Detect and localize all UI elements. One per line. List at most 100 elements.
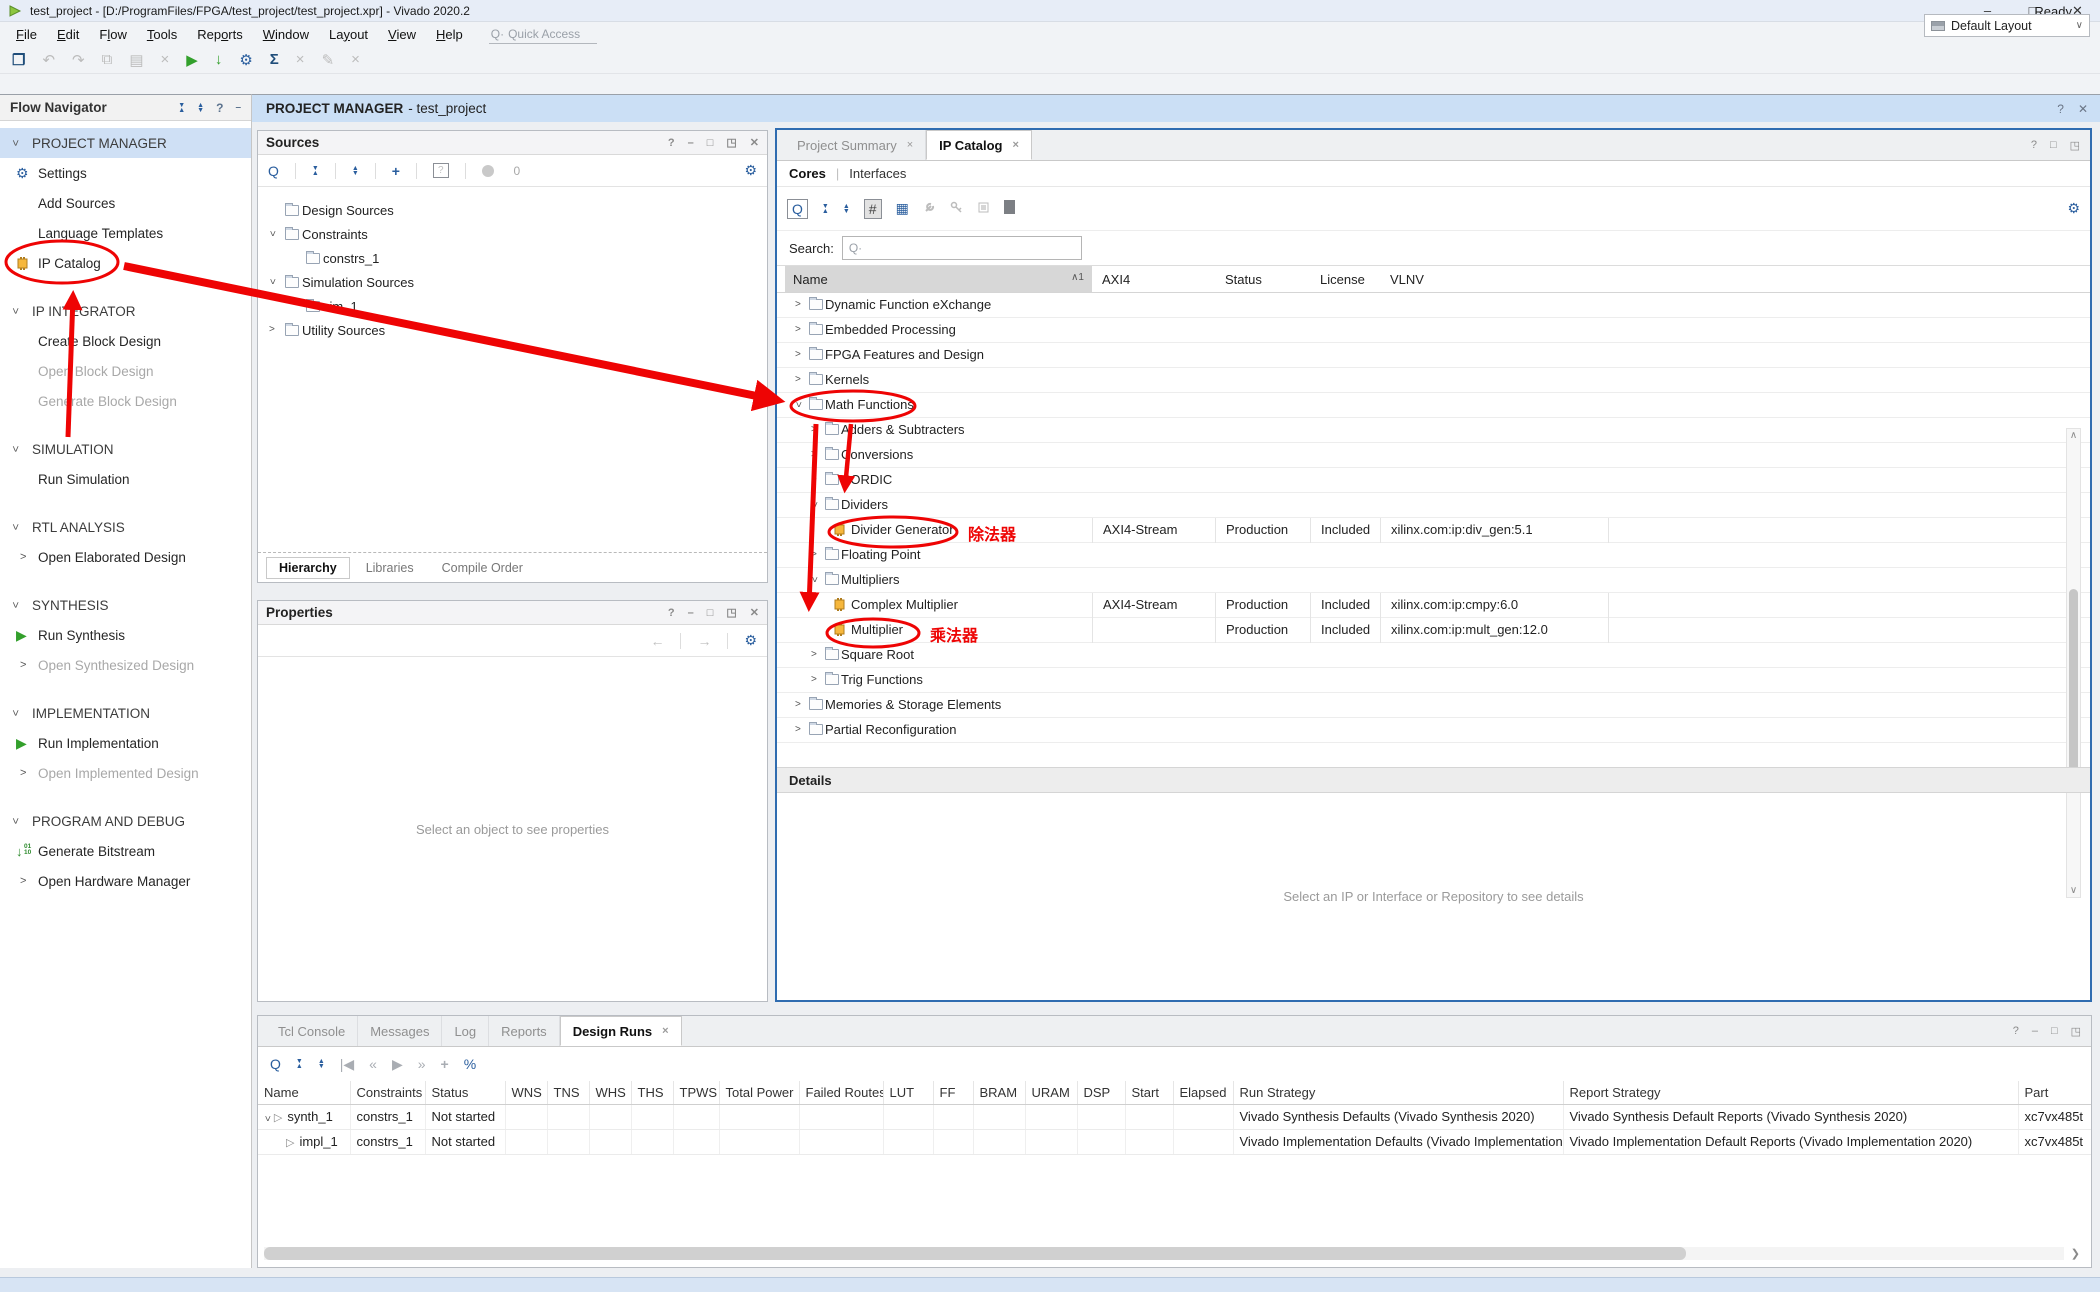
catalog-row-fpga-features-and-design[interactable]: >FPGA Features and Design <box>777 343 2090 368</box>
tab-interfaces[interactable]: Interfaces <box>849 166 906 181</box>
close-panel-icon[interactable]: ✕ <box>750 606 759 619</box>
close-icon[interactable]: × <box>351 51 360 68</box>
tree-item-design-sources[interactable]: Design Sources <box>258 199 767 223</box>
menu-reports[interactable]: Reports <box>187 24 253 45</box>
expand-all-icon[interactable]: ▲▼ <box>352 166 359 176</box>
catalog-row-trig-functions[interactable]: >Trig Functions <box>777 668 2090 693</box>
column-header-start[interactable]: Start <box>1125 1081 1173 1104</box>
fn-section-header-simulation[interactable]: >SIMULATION <box>0 434 251 464</box>
tree-item-constrs-1[interactable]: constrs_1 <box>258 247 767 271</box>
column-header-license[interactable]: License <box>1310 266 1365 292</box>
tab-project-summary[interactable]: Project Summary× <box>785 130 926 160</box>
column-header-uram[interactable]: URAM <box>1025 1081 1077 1104</box>
tree-item-utility-sources[interactable]: >Utility Sources <box>258 319 767 343</box>
collapse-all-icon[interactable]: ▼▲ <box>178 103 185 113</box>
minimize-panel-icon[interactable]: – <box>688 137 694 149</box>
gear-icon[interactable]: ⚙ <box>744 632 757 649</box>
generate-bitstream-icon[interactable]: ↓ <box>215 51 223 68</box>
menu-tools[interactable]: Tools <box>137 24 187 45</box>
sidebar-item-open-elaborated-design[interactable]: >Open Elaborated Design <box>0 542 251 572</box>
quick-access-search[interactable]: Q· Quick Access <box>489 25 597 44</box>
menu-flow[interactable]: Flow <box>89 24 136 45</box>
float-panel-icon[interactable]: ◳ <box>726 606 736 619</box>
menu-layout[interactable]: Layout <box>319 24 378 45</box>
chevron-collapsed-icon[interactable]: > <box>795 699 801 710</box>
ip-search-input-box[interactable]: Q· <box>842 236 1082 260</box>
chevron-collapsed-icon[interactable]: > <box>811 649 817 660</box>
chevron-collapsed-icon[interactable]: > <box>795 724 801 735</box>
float-panel-icon[interactable]: ◳ <box>2071 1025 2081 1038</box>
sidebar-item-generate-block-design[interactable]: Generate Block Design <box>0 386 251 416</box>
column-header-status[interactable]: Status <box>425 1081 505 1104</box>
fn-section-header-rtl-analysis[interactable]: >RTL ANALYSIS <box>0 512 251 542</box>
menu-view[interactable]: View <box>378 24 426 45</box>
menu-edit[interactable]: Edit <box>47 24 89 45</box>
run-row-impl-1[interactable]: ▷impl_1constrs_1Not startedVivado Implem… <box>258 1129 2091 1154</box>
tab-ip-catalog[interactable]: IP Catalog× <box>926 130 1032 160</box>
chevron-collapsed-icon[interactable]: > <box>811 674 817 685</box>
group-by-icon[interactable]: ▦ <box>896 200 909 217</box>
column-header-name[interactable]: Name∧1 <box>785 266 1092 292</box>
chevron-collapsed-icon[interactable]: > <box>269 324 275 335</box>
fn-section-header-synthesis[interactable]: >SYNTHESIS <box>0 590 251 620</box>
sidebar-item-ip-catalog[interactable]: IP Catalog <box>0 248 251 278</box>
sidebar-item-run-synthesis[interactable]: ▶Run Synthesis <box>0 620 251 650</box>
chevron-collapsed-icon[interactable]: > <box>795 324 801 335</box>
expand-all-icon[interactable]: ▲▼ <box>197 103 204 113</box>
catalog-row-floating-point[interactable]: >Floating Point <box>777 543 2090 568</box>
column-header-name[interactable]: Name <box>258 1081 350 1104</box>
tab-tcl-console[interactable]: Tcl Console <box>266 1016 358 1046</box>
tree-item-constraints[interactable]: >Constraints <box>258 223 767 247</box>
minimize-panel-icon[interactable]: – <box>2032 1025 2038 1037</box>
column-header-constraints[interactable]: Constraints <box>350 1081 425 1104</box>
percent-icon[interactable]: % <box>464 1056 476 1072</box>
chevron-expanded-icon[interactable]: > <box>261 1116 272 1122</box>
menu-window[interactable]: Window <box>253 24 319 45</box>
paste-icon[interactable]: ▤ <box>129 51 143 69</box>
close-tab-icon[interactable]: × <box>907 139 913 151</box>
close-panel-icon[interactable]: ✕ <box>750 136 759 149</box>
column-header-total-power[interactable]: Total Power <box>719 1081 799 1104</box>
maximize-panel-icon[interactable]: □ <box>2051 1025 2058 1037</box>
catalog-row-divider-generator[interactable]: Divider GeneratorAXI4-StreamProductionIn… <box>777 518 2090 543</box>
catalog-row-math-functions[interactable]: >Math Functions <box>777 393 2090 418</box>
column-header-wns[interactable]: WNS <box>505 1081 547 1104</box>
collapse-all-icon[interactable]: ▼▲ <box>296 1059 303 1069</box>
column-header-vlnv[interactable]: VLNV <box>1380 266 1424 292</box>
sidebar-item-generate-bitstream[interactable]: ↓0110Generate Bitstream <box>0 836 251 866</box>
maximize-panel-icon[interactable]: □ <box>707 137 714 149</box>
close-icon[interactable]: ✕ <box>2078 102 2088 116</box>
catalog-row-memories-storage-elements[interactable]: >Memories & Storage Elements <box>777 693 2090 718</box>
chevron-collapsed-icon[interactable]: > <box>795 349 801 360</box>
chevron-collapsed-icon[interactable]: > <box>811 549 817 560</box>
report-sigma-icon[interactable]: Σ <box>270 51 279 68</box>
copy-icon[interactable]: ⧉ <box>102 51 113 68</box>
redo-icon[interactable]: ↷ <box>72 51 85 69</box>
delete-icon[interactable]: × <box>161 51 170 68</box>
chevron-expanded-icon[interactable]: > <box>808 577 819 583</box>
column-header-elapsed[interactable]: Elapsed <box>1173 1081 1233 1104</box>
collapse-all-icon[interactable]: ▼▲ <box>822 204 829 214</box>
sidebar-item-add-sources[interactable]: Add Sources <box>0 188 251 218</box>
chevron-collapsed-icon[interactable]: > <box>795 299 801 310</box>
add-sources-icon[interactable]: + <box>392 163 400 179</box>
column-header-lut[interactable]: LUT <box>883 1081 933 1104</box>
catalog-row-cordic[interactable]: >CORDIC <box>777 468 2090 493</box>
settings-gear-icon[interactable]: ⚙ <box>239 51 252 69</box>
sidebar-item-open-block-design[interactable]: Open Block Design <box>0 356 251 386</box>
catalog-row-dynamic-function-exchange[interactable]: >Dynamic Function eXchange <box>777 293 2090 318</box>
column-header-ff[interactable]: FF <box>933 1081 973 1104</box>
column-header-tns[interactable]: TNS <box>547 1081 589 1104</box>
tab-design-runs[interactable]: Design Runs× <box>560 1016 682 1046</box>
catalog-row-complex-multiplier[interactable]: Complex MultiplierAXI4-StreamProductionI… <box>777 593 2090 618</box>
gear-icon[interactable]: ⚙ <box>744 162 757 179</box>
column-header-run-strategy[interactable]: Run Strategy <box>1233 1081 1563 1104</box>
column-header-failed-routes[interactable]: Failed Routes <box>799 1081 883 1104</box>
sidebar-item-open-implemented-design[interactable]: >Open Implemented Design <box>0 758 251 788</box>
scrollbar-thumb[interactable] <box>2069 589 2078 789</box>
collapse-all-icon[interactable]: ▼▲ <box>312 166 319 176</box>
tree-item-simulation-sources[interactable]: >Simulation Sources <box>258 271 767 295</box>
undo-icon[interactable]: ↶ <box>42 51 55 69</box>
menu-help[interactable]: Help <box>426 24 473 45</box>
help-icon[interactable]: ? <box>216 101 223 115</box>
